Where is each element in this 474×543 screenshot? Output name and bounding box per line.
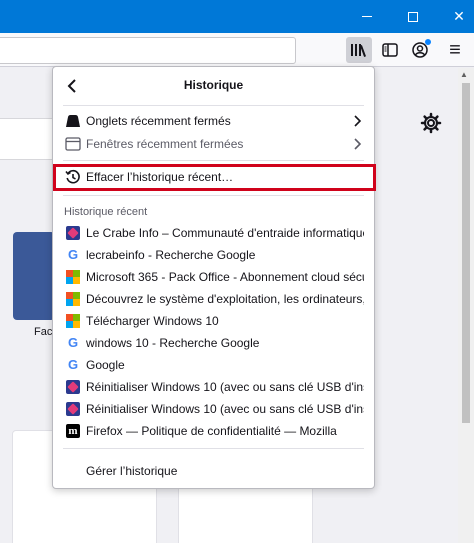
manage-history-item[interactable]: Gérer l’historique <box>53 460 374 482</box>
panel-header: Historique <box>53 67 374 105</box>
history-entry-label: Réinitialiser Windows 10 (avec ou sans c… <box>86 402 364 416</box>
maximize-icon <box>408 11 418 22</box>
divider <box>63 105 364 106</box>
history-entry-label: Microsoft 365 - Pack Office - Abonnement… <box>86 270 364 284</box>
history-entry-label: Réinitialiser Windows 10 (avec ou sans c… <box>86 380 364 394</box>
crabe-favicon-icon <box>65 225 81 241</box>
history-entry[interactable]: Microsoft 365 - Pack Office - Abonnement… <box>53 266 374 288</box>
url-bar[interactable] <box>0 37 296 64</box>
history-entry-label: Firefox — Politique de confidentialité —… <box>86 424 337 438</box>
history-entry-label: lecrabeinfo - Recherche Google <box>86 248 256 262</box>
chevron-right-icon <box>351 136 365 152</box>
gear-icon[interactable] <box>420 112 442 134</box>
close-button[interactable]: ✕ <box>436 0 474 33</box>
notification-badge <box>425 39 431 45</box>
chevron-right-icon <box>351 113 365 129</box>
crabe-favicon-icon <box>65 401 81 417</box>
top-site-tile[interactable] <box>13 232 55 320</box>
history-entry-label: windows 10 - Recherche Google <box>86 336 260 350</box>
minimize-icon <box>362 16 372 17</box>
open-menu-button[interactable]: ≡ <box>442 37 468 63</box>
google-favicon-icon: G <box>67 357 79 372</box>
sidebar-button[interactable] <box>377 37 403 63</box>
title-bar: ✕ <box>0 0 474 33</box>
recently-closed-windows-item[interactable]: Fenêtres récemment fermées <box>53 133 374 155</box>
mozilla-favicon-icon: m <box>65 423 81 439</box>
history-entry[interactable]: Glecrabeinfo - Recherche Google <box>53 244 374 266</box>
minimize-button[interactable] <box>344 0 390 33</box>
history-entry-label: Découvrez le système d'exploitation, les… <box>86 292 364 306</box>
window-icon <box>65 136 81 152</box>
history-entry[interactable]: Gwindows 10 - Recherche Google <box>53 332 374 354</box>
scroll-up-icon[interactable]: ▲ <box>460 70 468 79</box>
google-favicon-icon: G <box>67 335 79 350</box>
library-button[interactable] <box>346 37 372 63</box>
google-favicon-icon: G <box>67 247 79 262</box>
history-entry-label: Le Crabe Info – Communauté d'entraide in… <box>86 226 364 240</box>
history-entry[interactable]: Réinitialiser Windows 10 (avec ou sans c… <box>53 398 374 420</box>
microsoft-favicon-icon <box>65 291 81 307</box>
history-entry-label: Télécharger Windows 10 <box>86 314 219 328</box>
history-entry[interactable]: Télécharger Windows 10 <box>53 310 374 332</box>
history-panel: Historique Onglets récemment fermés Fenê… <box>52 66 376 489</box>
tab-icon <box>65 113 81 129</box>
microsoft-favicon-icon <box>65 269 81 285</box>
sidebar-icon <box>382 43 398 57</box>
history-entry[interactable]: Découvrez le système d'exploitation, les… <box>53 288 374 310</box>
recently-closed-tabs-item[interactable]: Onglets récemment fermés <box>53 110 374 132</box>
maximize-button[interactable] <box>390 0 436 33</box>
history-entry[interactable]: m Firefox — Politique de confidentialité … <box>53 420 374 442</box>
history-entry[interactable]: G Google <box>53 354 374 376</box>
panel-title: Historique <box>183 78 244 92</box>
scrollbar-thumb[interactable] <box>462 83 470 423</box>
history-entry[interactable]: Réinitialiser Windows 10 (avec ou sans c… <box>53 376 374 398</box>
crabe-favicon-icon <box>65 379 81 395</box>
divider <box>63 448 364 449</box>
divider <box>63 160 364 161</box>
navigation-toolbar: ≡ <box>0 33 474 67</box>
library-icon <box>351 44 366 57</box>
microsoft-favicon-icon <box>65 313 81 329</box>
history-entry[interactable]: Le Crabe Info – Communauté d'entraide in… <box>53 222 374 244</box>
close-icon: ✕ <box>453 8 465 24</box>
hamburger-menu-icon: ≡ <box>449 38 461 61</box>
clear-recent-history-item[interactable]: Effacer l’historique récent… <box>53 166 374 188</box>
history-clock-icon <box>65 169 81 185</box>
search-box[interactable] <box>0 118 60 160</box>
section-label: Historique récent <box>64 206 148 218</box>
history-entry-label: Google <box>86 358 125 372</box>
account-button[interactable] <box>407 37 433 63</box>
divider <box>63 195 364 196</box>
